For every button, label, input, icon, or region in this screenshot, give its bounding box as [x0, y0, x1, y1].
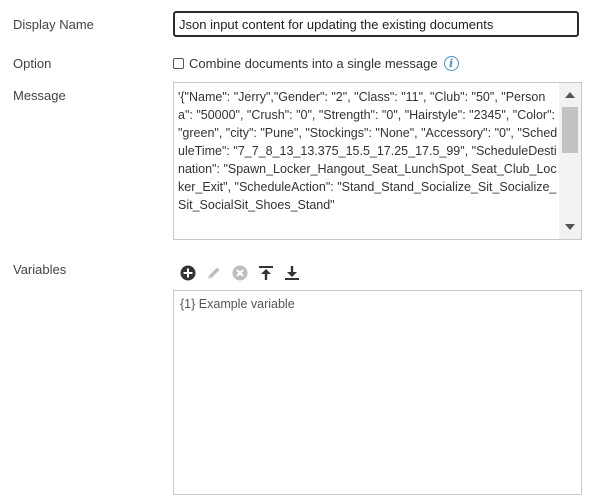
- scroll-up-icon[interactable]: [565, 92, 575, 98]
- scroll-thumb[interactable]: [562, 107, 578, 153]
- move-to-top-icon[interactable]: [256, 263, 276, 283]
- message-textarea[interactable]: '{"Name": "Jerry","Gender": "2", "Class"…: [173, 82, 582, 240]
- scroll-down-icon[interactable]: [565, 224, 575, 230]
- message-scrollbar[interactable]: [559, 83, 581, 239]
- variables-toolbar: [178, 263, 308, 283]
- variables-list[interactable]: {1} Example variable: [173, 290, 582, 495]
- form-panel: Display Name Option Combine documents in…: [0, 0, 590, 501]
- option-label: Option: [13, 56, 52, 71]
- variables-label: Variables: [13, 262, 67, 277]
- combine-documents-label[interactable]: Combine documents into a single message: [189, 56, 438, 71]
- message-text[interactable]: '{"Name": "Jerry","Gender": "2", "Class"…: [178, 88, 558, 214]
- display-name-label: Display Name: [13, 17, 94, 32]
- display-name-input[interactable]: [173, 11, 579, 37]
- pencil-icon[interactable]: [204, 263, 224, 283]
- option-row: Combine documents into a single message …: [173, 54, 459, 72]
- move-to-bottom-icon[interactable]: [282, 263, 302, 283]
- x-circle-icon[interactable]: [230, 263, 250, 283]
- combine-documents-checkbox[interactable]: [173, 57, 184, 69]
- variable-item[interactable]: {1} Example variable: [180, 297, 295, 311]
- message-label: Message: [13, 88, 66, 103]
- plus-circle-icon[interactable]: [178, 263, 198, 283]
- info-icon[interactable]: i: [443, 55, 459, 71]
